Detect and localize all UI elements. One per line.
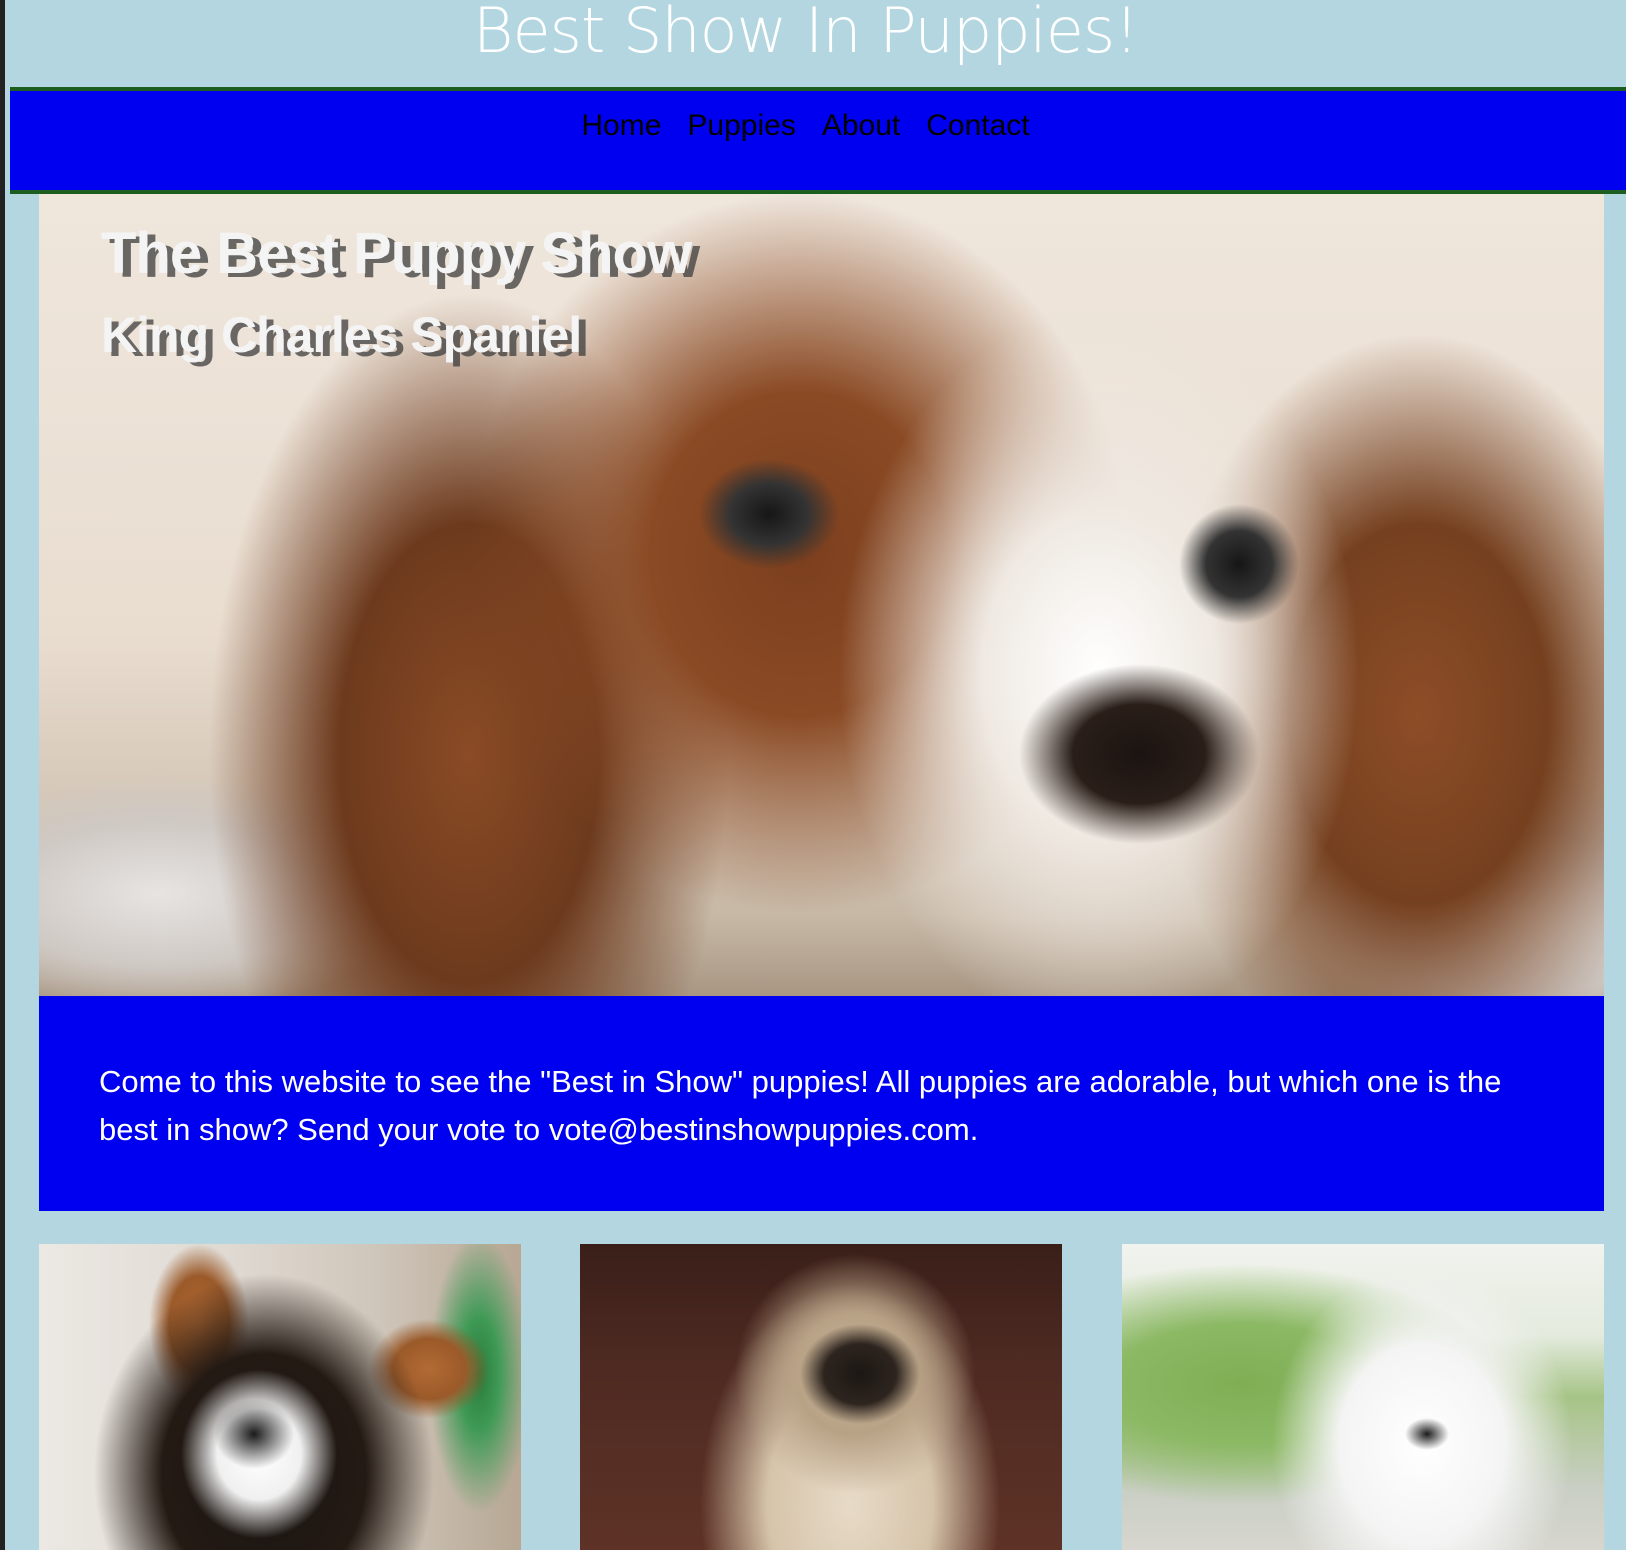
- gallery-image-pug-puppy[interactable]: [580, 1244, 1062, 1550]
- intro-box: Come to this website to see the "Best in…: [39, 996, 1604, 1211]
- nav-link-about[interactable]: About: [822, 109, 900, 143]
- main-navigation: Home Puppies About Contact: [10, 87, 1626, 194]
- gallery-image-white-puppy[interactable]: [1122, 1244, 1604, 1550]
- gallery-image-corgi-puppy[interactable]: [39, 1244, 521, 1550]
- hero-subheading: King Charles Spaniel: [101, 307, 582, 363]
- nav-link-puppies[interactable]: Puppies: [687, 109, 795, 143]
- nav-link-contact[interactable]: Contact: [926, 109, 1029, 143]
- puppy-gallery: [39, 1244, 1604, 1550]
- page: Best Show In Puppies! Home Puppies About…: [0, 0, 1626, 1550]
- site-title: Best Show In Puppies!: [472, 0, 1139, 67]
- site-header: Best Show In Puppies!: [10, 0, 1626, 87]
- intro-text: Come to this website to see the "Best in…: [99, 1064, 1502, 1147]
- nav-link-home[interactable]: Home: [581, 109, 661, 143]
- hero-image-king-charles-spaniel: The Best Puppy Show King Charles Spaniel: [39, 194, 1604, 996]
- nav-list: Home Puppies About Contact: [10, 109, 1626, 143]
- hero-heading: The Best Puppy Show: [101, 221, 692, 286]
